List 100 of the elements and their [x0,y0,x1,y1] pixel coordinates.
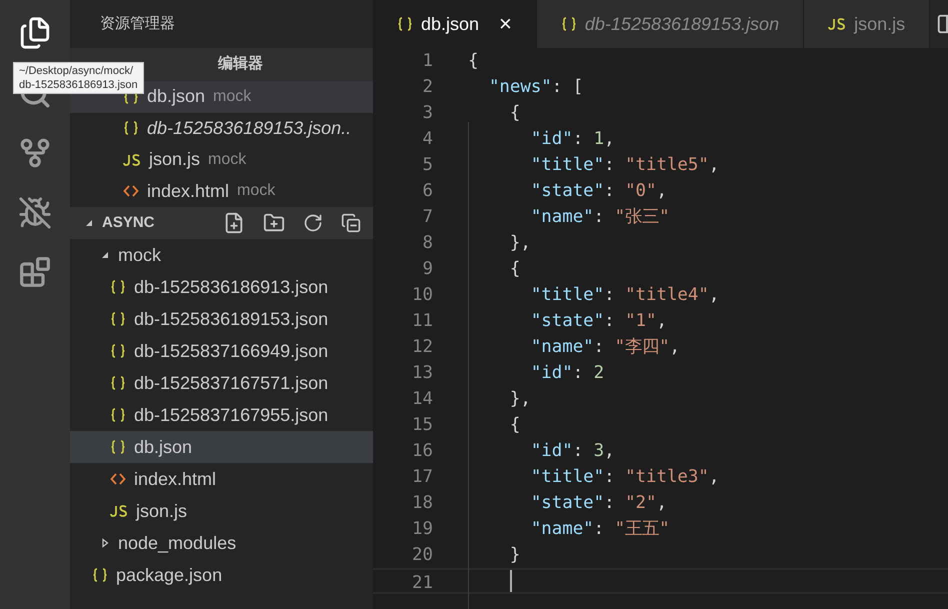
code-token: "title" [530,154,604,177]
line-number: 7 [422,206,433,229]
code-token: , [708,284,720,307]
code-token: } [508,544,520,567]
code-token: "李四" [614,336,670,359]
file-name: db-1525836186913.json [134,276,328,299]
code-token: "id" [530,440,573,463]
code-token: }, [508,388,531,411]
line-number: 4 [422,128,433,151]
code-token: }, [508,232,531,255]
file-name: db.json [147,85,206,108]
line-number: 2 [422,76,433,99]
code-token: : [572,440,584,463]
folder-hint: mock [208,150,246,170]
folder-title: ASYNC [102,212,155,233]
file-name: json.js [149,148,200,172]
code-token: "state" [530,310,604,333]
code-token: "title" [530,466,604,489]
file-name: db-1525836189153.json.. [147,116,352,140]
code-token: : [572,362,584,385]
line-number: 15 [411,414,433,437]
code-token: , [656,492,667,515]
code-token: : [594,336,606,359]
tab-label: json.js [854,12,906,36]
folder-name: mock [118,244,162,266]
folder-hint: mock [213,86,252,107]
file-name: db-1525836189153.json [134,308,328,331]
code-token: : [572,128,584,151]
line-number: 5 [422,154,433,177]
code-token: : [594,206,606,229]
code-token: "2" [625,492,656,515]
code-token: "0" [625,180,656,203]
code-token: : [604,284,616,307]
file-name: db-1525837166949.json [134,340,328,363]
line-number: 12 [411,336,433,359]
code-token: : [604,466,616,489]
code-token: "王五" [614,518,670,541]
code-token: { [508,258,520,281]
code-token: , [604,128,615,151]
code-token: , [708,466,720,489]
code-token: , [670,336,680,359]
code-token: { [508,102,520,125]
tab-label: db-1525836189153.json [584,12,780,36]
line-number: 10 [411,284,433,307]
code-token: : [604,492,616,515]
code-token: 1 [594,128,604,151]
code-token: { [508,414,520,437]
code-token: , [708,154,720,177]
code-token: : [604,180,616,203]
code-token: : [594,518,606,541]
file-name: db-1525837167571.json [134,372,328,395]
line-number: 6 [422,180,433,203]
line-number: 13 [411,362,433,385]
code-token: "title4" [625,284,709,307]
code-token: "1" [625,310,656,333]
file-name: json.js [136,500,188,523]
line-number: 20 [411,544,433,567]
code-token: 3 [594,440,604,463]
code-token: : [ [552,76,584,99]
section-title: 编辑器 [218,54,263,74]
file-name: index.html [134,468,216,490]
file-name: index.html [147,180,230,203]
tab-label: db.json [421,12,480,36]
line-number: 11 [411,310,433,333]
code-token: "name" [530,518,594,541]
code-token: "张三" [614,206,670,229]
sidebar-title: 资源管理器 [100,14,175,34]
code-token: : [604,154,616,177]
line-number: 1 [422,50,433,73]
code-token: , [604,440,615,463]
line-number: 19 [411,518,433,541]
code-token: "news" [488,76,552,99]
code-token: "id" [530,362,573,385]
line-number: 17 [411,466,433,489]
code-token: "state" [530,180,604,203]
line-number: 3 [422,102,433,125]
tooltip-line: ~/Desktop/async/mock/ [19,64,134,78]
code-token: { [468,50,478,73]
line-number: 16 [411,440,433,463]
line-number: 18 [411,492,433,515]
code-token: "title3" [625,466,709,489]
code-token: 2 [594,362,604,385]
code-token: "name" [530,206,594,229]
file-name: db.json [134,436,192,459]
code-token: "name" [530,336,594,359]
code-token: "id" [530,128,573,151]
line-number: 9 [422,258,433,281]
folder-hint: mock [237,181,276,202]
file-name: package.json [116,564,222,587]
code-token: , [656,310,667,333]
code-token: "title" [530,284,604,307]
file-name: db-1525837167955.json [134,404,328,427]
code-token: , [656,180,667,203]
code-token: "state" [530,492,604,515]
code-token: "title5" [625,154,709,177]
folder-name: node_modules [118,532,236,554]
code-token: : [604,310,616,333]
line-number: 14 [411,388,433,411]
line-number: 21 [411,572,433,592]
line-number: 8 [422,232,433,255]
